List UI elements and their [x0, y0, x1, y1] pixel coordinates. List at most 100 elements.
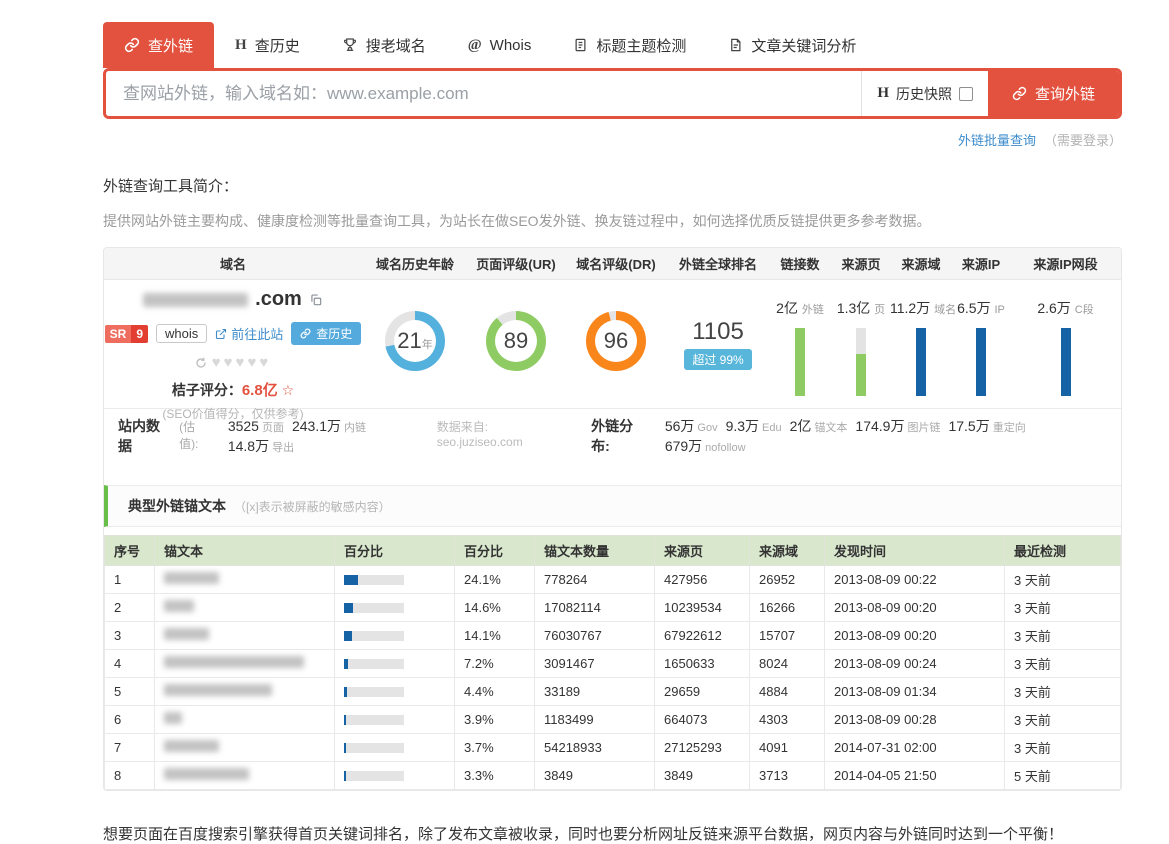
stat-value: 1.3亿 页: [832, 298, 890, 318]
tab-old-domain-search[interactable]: 搜老域名: [321, 22, 447, 68]
stat-bar-fill: [1061, 328, 1071, 396]
history-snapshot-toggle[interactable]: H 历史快照: [861, 71, 988, 116]
favorite-hearts[interactable]: ♥♥♥♥♥: [104, 354, 362, 371]
stat-bar-fill: [856, 354, 866, 396]
domain-badges: SR 9 whois 前往此站 查历史: [104, 322, 362, 345]
domain-search-input[interactable]: [106, 71, 861, 116]
percent-bar-fill: [344, 743, 346, 753]
table-row: 54.4%331892965948842013-08-09 01:343 天前: [105, 678, 1121, 706]
anchor-text-blurred: [155, 650, 335, 678]
table-cell: 3: [105, 622, 155, 650]
percent-bar-fill: [344, 603, 353, 613]
table-header: 锚文本数量: [535, 536, 655, 566]
column-header: 链接数: [768, 254, 832, 273]
age-donut-chart: 21年: [385, 311, 445, 371]
snapshot-label: 历史快照: [896, 84, 952, 104]
result-card: 域名 域名历史年龄 页面评级(UR) 域名评级(DR) 外链全球排名 链接数 来…: [103, 247, 1122, 791]
score-value: 6.8亿: [242, 382, 278, 399]
table-cell: 8024: [750, 650, 825, 678]
copy-icon[interactable]: [309, 293, 323, 307]
external-link-icon: [215, 328, 227, 340]
dr-value: 96: [604, 328, 628, 354]
stat-bar-fill: [795, 328, 805, 396]
percent-bar-fill: [344, 687, 347, 697]
heart-icons[interactable]: ♥♥♥♥♥: [212, 354, 272, 371]
score-label: 桔子评分：: [172, 382, 242, 398]
tab-history-check[interactable]: H 查历史: [214, 22, 321, 68]
table-cell: 4303: [750, 706, 825, 734]
table-cell: 3.3%: [455, 762, 535, 790]
link-icon: [1012, 86, 1027, 101]
percent-bar-cell: [335, 734, 455, 762]
percent-bar-cell: [335, 762, 455, 790]
percent-bar: [344, 631, 404, 641]
check-history-button[interactable]: 查历史: [291, 322, 361, 345]
visit-site-link[interactable]: 前往此站: [215, 324, 283, 343]
anchor-section-title: 典型外链锚文本: [128, 496, 226, 516]
percent-bar-cell: [335, 594, 455, 622]
tab-label: 查历史: [255, 35, 300, 56]
backlink-distribution: 数据来自: seo.juziseo.com 外链分布: 56万Gov9.3万Ed…: [437, 416, 1107, 456]
table-cell: 14.1%: [455, 622, 535, 650]
table-header-row: 序号 锚文本 百分比 百分比 锚文本数量 来源页 来源域 发现时间 最近检测: [105, 536, 1121, 566]
column-header: 域名历史年龄: [362, 254, 468, 273]
stat-value: 9.3万: [726, 416, 759, 436]
tab-label: Whois: [490, 37, 532, 54]
whois-button[interactable]: whois: [156, 324, 207, 343]
site-stats-note: (估值):: [179, 418, 214, 452]
stat-column-headers: 链接数 来源页 来源域 来源IP 来源IP网段: [768, 254, 1121, 273]
table-header: 最近检测: [1005, 536, 1121, 566]
percent-bar: [344, 659, 404, 669]
tab-label: 查外链: [148, 35, 193, 56]
column-header: 来源页: [832, 254, 890, 273]
refresh-icon[interactable]: [195, 357, 207, 369]
star-icon[interactable]: ☆: [282, 382, 295, 398]
stat-value: 17.5万: [948, 416, 989, 436]
tab-whois[interactable]: @ Whois: [447, 22, 553, 68]
tab-title-topic-check[interactable]: 标题主题检测: [552, 22, 707, 68]
card-header: 域名 域名历史年龄 页面评级(UR) 域名评级(DR) 外链全球排名 链接数 来…: [104, 248, 1121, 280]
table-header: 来源域: [750, 536, 825, 566]
table-row: 314.1%7603076767922612157072013-08-09 00…: [105, 622, 1121, 650]
trophy-icon: [342, 37, 358, 53]
site-stats-label: 站内数据: [118, 416, 173, 456]
batch-query-link[interactable]: 外链批量查询: [958, 130, 1036, 149]
stat-value: 14.8万: [228, 436, 269, 456]
anchor-table-body: 124.1%778264427956269522013-08-09 00:223…: [105, 566, 1121, 790]
stat-unit: C段: [1075, 304, 1094, 316]
stat-value: 6.5万 IP: [952, 298, 1010, 318]
anchor-text-blurred: [155, 566, 335, 594]
stat-bar-fill: [976, 328, 986, 396]
anchor-section-header: 典型外链锚文本 （[x]表示被屏蔽的敏感内容）: [104, 485, 1121, 527]
table-cell: 3 天前: [1005, 622, 1121, 650]
tab-article-keyword-analysis[interactable]: 文章关键词分析: [707, 22, 877, 68]
blurred-text: [164, 600, 194, 612]
tab-label: 搜老域名: [366, 35, 426, 56]
percent-bar-cell: [335, 678, 455, 706]
document-icon: [573, 37, 588, 53]
stat-unit: 外链: [802, 304, 824, 316]
table-cell: 7.2%: [455, 650, 535, 678]
stat-pair: 2亿锚文本: [790, 416, 848, 436]
table-cell: 2013-08-09 00:22: [825, 566, 1005, 594]
table-row: 47.2%3091467165063380242013-08-09 00:243…: [105, 650, 1121, 678]
stat-pair: 243.1万内链: [292, 416, 366, 436]
domain-summary: .com SR 9 whois 前往此站: [104, 280, 362, 422]
stat-value: 56万: [665, 416, 695, 436]
percent-bar: [344, 575, 404, 585]
sr-value: 9: [131, 325, 148, 343]
table-header: 锚文本: [155, 536, 335, 566]
at-icon: @: [468, 37, 482, 54]
table-cell: 3 天前: [1005, 706, 1121, 734]
percent-bar-fill: [344, 715, 346, 725]
percent-bar: [344, 715, 404, 725]
snapshot-checkbox[interactable]: [959, 87, 973, 101]
query-backlinks-button[interactable]: 查询外链: [988, 71, 1119, 116]
domain-rating-gauge: 96: [564, 280, 668, 371]
stat-unit: 重定向: [993, 419, 1026, 435]
domain-age-gauge: 21年: [362, 280, 468, 371]
table-cell: 67922612: [655, 622, 750, 650]
blurred-domain: [143, 293, 248, 307]
stat-pair: 3525页面: [228, 418, 284, 435]
tab-backlink-check[interactable]: 查外链: [103, 22, 214, 68]
